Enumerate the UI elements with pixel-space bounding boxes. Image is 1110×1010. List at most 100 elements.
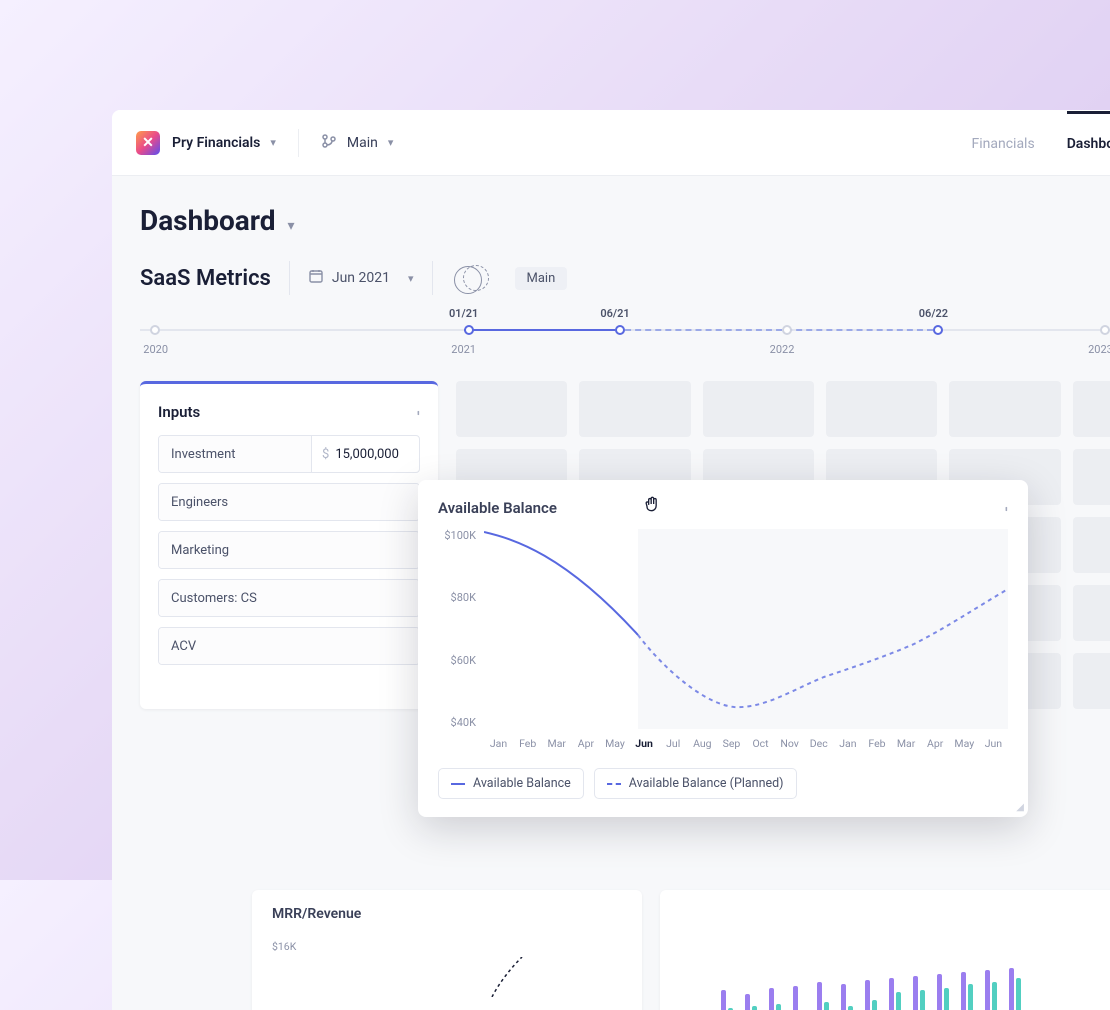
input-label: Investment [159,436,311,472]
x-tick: Aug [688,737,717,750]
subheader-divider [289,261,290,295]
scenario-compare-icon[interactable] [463,265,489,291]
calendar-icon [308,268,324,288]
brand-name[interactable]: Pry Financials [172,135,260,151]
x-tick-current: Jun [630,737,659,750]
legend-line-solid-icon [451,783,465,785]
placeholder-tile [579,381,690,437]
y-axis: $100K $80K $60K $40K [438,529,484,729]
x-axis: Jan Feb Mar Apr May Jun Jul Aug Sep Oct … [438,737,1008,750]
subheader: SaaS Metrics Jun 2021 ▾ Main [112,237,1110,313]
x-tick: Apr [571,737,600,750]
timeline[interactable]: 01/21 06/21 06/22 2020 2021 2022 2023 [140,313,1110,363]
placeholder-tile [1073,585,1110,641]
timeline-label-0621: 06/21 [600,307,629,320]
placeholder-tile [456,381,567,437]
input-row-acv[interactable]: ACV [158,627,420,665]
top-bar: ✕ Pry Financials ▾ Main ▾ Financials Das… [112,110,1110,176]
timeline-year-2022: 2022 [770,343,795,356]
timeline-label-0622: 06/22 [919,307,948,320]
inputs-menu-icon[interactable]: ··· [409,410,428,414]
y-tick: $16K [272,940,622,953]
input-row-marketing[interactable]: Marketing [158,531,420,569]
legend-label: Available Balance [473,776,571,791]
mrr-revenue-card[interactable]: MRR/Revenue $16K $12K [252,890,642,1010]
legend-line-dashed-icon [607,783,621,785]
currency-icon: $ [322,447,329,462]
timeline-dot-0621[interactable] [615,325,625,335]
plot-area [484,529,1008,729]
placeholder-tile [1073,517,1110,573]
x-tick: May [600,737,629,750]
topbar-divider [298,129,299,157]
timeline-dot-2022[interactable] [782,325,792,335]
brand-chevron-icon[interactable]: ▾ [270,136,276,149]
line-actual [484,532,638,635]
x-tick: May [950,737,979,750]
x-tick: Jul [659,737,688,750]
timeline-label-0121: 01/21 [449,307,478,320]
timeline-dot-0622[interactable] [933,325,943,335]
date-picker-label: Jun 2021 [332,270,390,286]
input-row-investment[interactable]: Investment $ 15,000,000 [158,435,420,473]
timeline-dot-2023[interactable] [1100,325,1110,335]
timeline-actual-segment [464,329,615,331]
timeline-dot-2020[interactable] [150,325,160,335]
input-row-customers-cs[interactable]: Customers: CS [158,579,420,617]
x-tick: Sep [717,737,746,750]
legend: Available Balance Available Balance (Pla… [438,768,1008,799]
date-picker[interactable]: Jun 2021 ▾ [308,268,414,288]
chart-plot: $100K $80K $60K $40K [438,529,1008,729]
y-tick: $60K [438,654,476,667]
inputs-title: Inputs [158,403,200,421]
inputs-card: Inputs ··· Investment $ 15,000,000 Engin… [140,381,438,709]
y-tick: $100K [438,529,476,542]
y-tick: $80K [438,591,476,604]
nav-tab-financials[interactable]: Financials [971,111,1034,174]
legend-actual[interactable]: Available Balance [438,768,584,799]
input-value[interactable]: 15,000,000 [335,447,399,462]
nav-tabs: Financials Dashboard Hiri [971,111,1110,174]
branch-name[interactable]: Main [347,135,378,151]
placeholder-tile [949,381,1060,437]
line-planned [638,589,1008,707]
grab-cursor-icon [642,494,662,518]
timeline-dot-0121[interactable] [464,325,474,335]
branch-icon [321,133,337,153]
legend-planned[interactable]: Available Balance (Planned) [594,768,797,799]
placeholder-tile [703,381,814,437]
scenario-pill[interactable]: Main [515,267,568,290]
legend-label: Available Balance (Planned) [629,776,784,791]
x-tick: Dec [804,737,833,750]
chart-menu-icon[interactable]: ··· [997,506,1016,510]
input-label: Marketing [159,532,419,568]
placeholder-tile [1073,653,1110,709]
placeholder-tile [1073,449,1110,505]
bar-chart-card[interactable]: $60K [660,890,1110,1010]
input-row-engineers[interactable]: Engineers [158,483,420,521]
bottom-cards: MRR/Revenue $16K $12K $60K [252,890,1110,1010]
nav-tab-dashboard[interactable]: Dashboard [1067,111,1110,174]
x-tick: Jan [833,737,862,750]
x-tick: Nov [775,737,804,750]
x-tick: Jun [979,737,1008,750]
sub-title: SaaS Metrics [140,266,271,291]
x-tick: Jan [484,737,513,750]
page-title-chevron-icon[interactable]: ▾ [288,218,295,234]
placeholder-tile [1073,381,1110,437]
x-tick: Mar [542,737,571,750]
page-title: Dashboard [140,204,276,237]
app-logo: ✕ [136,131,160,155]
x-tick: Feb [862,737,891,750]
x-tick: Oct [746,737,775,750]
branch-chevron-icon[interactable]: ▾ [388,136,394,149]
timeline-year-2021: 2021 [451,343,476,356]
y-tick: $40K [438,716,476,729]
available-balance-card[interactable]: Available Balance ··· $100K $80K $60K $4… [418,480,1028,817]
page-header: Dashboard ▾ [112,176,1110,237]
placeholder-tile [826,381,937,437]
card-title: MRR/Revenue [272,906,622,922]
resize-handle-icon[interactable]: ◢ [1016,802,1024,813]
timeline-planned-segment [615,329,933,331]
x-tick: Feb [513,737,542,750]
